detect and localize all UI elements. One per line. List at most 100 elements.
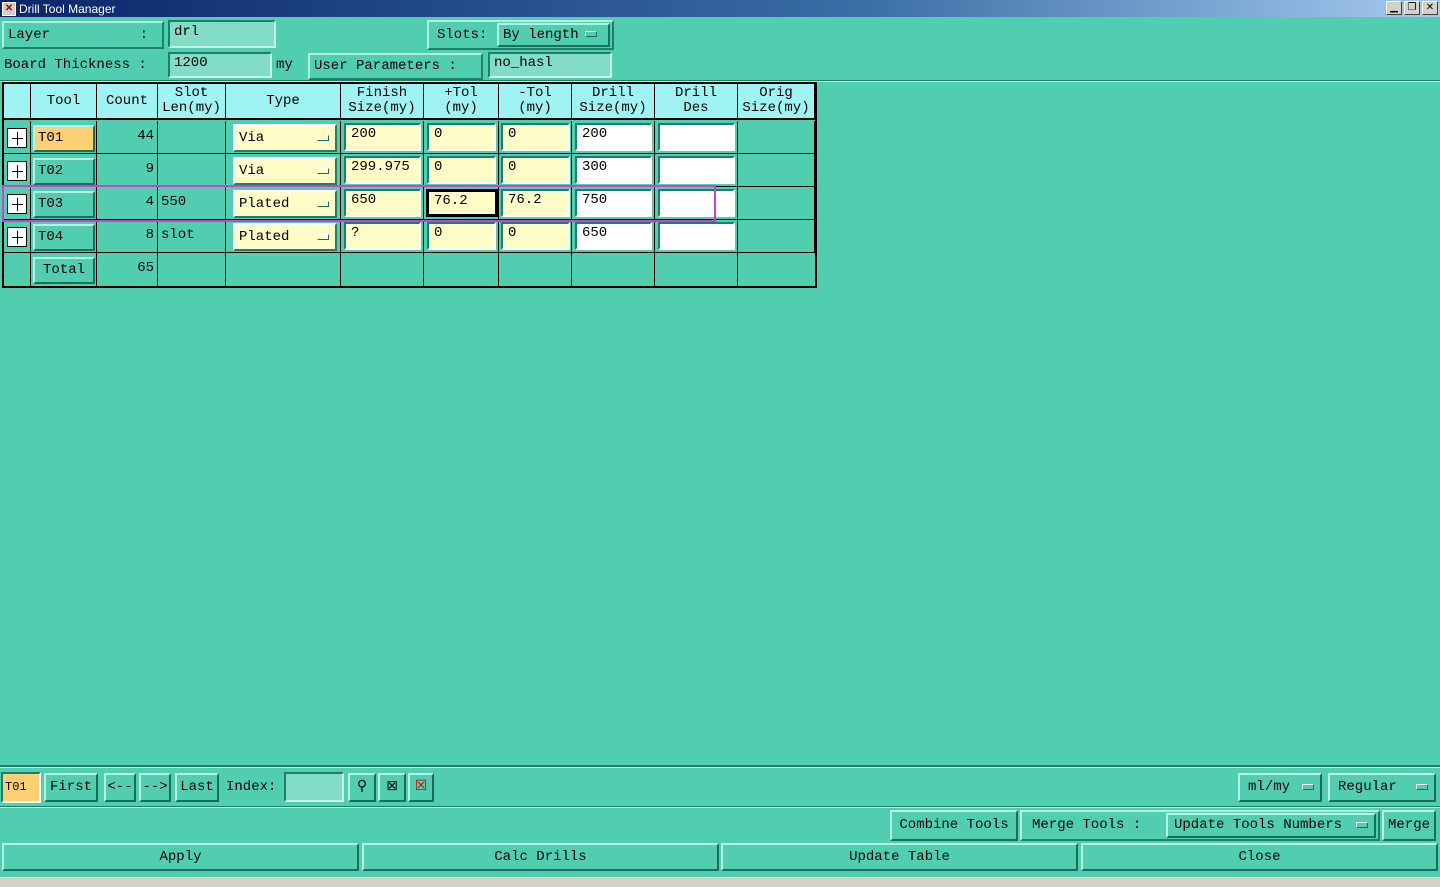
header-drill-size: Drill Size(my): [572, 84, 655, 120]
separator: [0, 765, 1440, 768]
type-select[interactable]: Via: [233, 157, 337, 185]
finish-size-input[interactable]: ?: [344, 222, 421, 250]
window-title: Drill Tool Manager: [19, 1, 116, 16]
last-button[interactable]: Last: [175, 773, 219, 802]
count-cell: 9: [97, 154, 158, 187]
close-icon[interactable]: ✕: [1422, 1, 1438, 15]
board-thickness-field[interactable]: 1200: [168, 52, 272, 78]
header-drill-des: Drill Des: [655, 84, 738, 120]
type-value: Via: [239, 130, 265, 146]
window-controls: ▁ ❐ ✕: [1386, 1, 1438, 15]
plus-tol-input[interactable]: 76.2: [426, 189, 498, 217]
drill-size-input[interactable]: 650: [575, 222, 652, 250]
plus-tol-input[interactable]: 0: [427, 123, 496, 151]
lightbulb-icon[interactable]: ⚲: [348, 773, 376, 802]
header-minus-tol: -Tol (my): [499, 84, 572, 120]
dropdown-icon: [1356, 822, 1368, 828]
type-select[interactable]: Via: [233, 124, 337, 152]
close-button[interactable]: Close: [1081, 843, 1438, 871]
units-value: ml/my: [1248, 779, 1291, 795]
plus-tol-input[interactable]: 0: [427, 156, 496, 184]
header-slot-len: Slot Len(my): [158, 84, 226, 120]
expand-icon[interactable]: [7, 194, 27, 214]
orig-size-cell: [738, 220, 815, 253]
drill-des-input[interactable]: [658, 156, 735, 184]
filter-icon[interactable]: ⊠: [378, 773, 406, 802]
minus-tol-input[interactable]: 76.2: [501, 189, 570, 217]
mode-value: Regular: [1338, 779, 1397, 795]
layer-field[interactable]: drl: [168, 20, 276, 48]
slot-len-cell: 550: [158, 187, 226, 220]
dropdown-icon: [317, 201, 329, 207]
calc-drills-button[interactable]: Calc Drills: [362, 843, 719, 871]
drill-size-input[interactable]: 750: [575, 189, 652, 217]
dropdown-icon: [317, 135, 329, 141]
user-parameters-field[interactable]: no_hasl: [488, 52, 612, 78]
slots-value: By length: [503, 27, 579, 43]
layer-label: Layer: [8, 27, 51, 43]
drill-size-input[interactable]: 200: [575, 123, 652, 151]
dropdown-icon: [317, 168, 329, 174]
finish-size-input[interactable]: 299.975: [344, 156, 421, 184]
drill-des-input[interactable]: [658, 123, 735, 151]
dropdown-icon: [317, 234, 329, 240]
prev-button[interactable]: <--: [104, 773, 136, 802]
drill-des-input[interactable]: [658, 222, 735, 250]
header-expander: [4, 84, 31, 120]
type-select[interactable]: Plated: [233, 223, 337, 251]
slot-len-cell: [158, 154, 226, 187]
current-tool-indicator: T01: [1, 772, 41, 803]
separator: [0, 80, 1440, 82]
header-tool: Tool: [31, 84, 97, 120]
header-orig-size: Orig Size(my): [738, 84, 815, 120]
type-value: Plated: [239, 196, 290, 212]
board-thickness-label: Board Thickness :: [4, 57, 147, 73]
merge-tools-label: Merge Tools :: [1032, 817, 1142, 833]
minus-tol-input[interactable]: 0: [501, 222, 570, 250]
drill-size-input[interactable]: 300: [575, 156, 652, 184]
slot-len-cell: [158, 121, 226, 154]
combine-tools-button[interactable]: Combine Tools: [890, 810, 1018, 841]
separator: [0, 806, 1440, 808]
header-type: Type: [226, 84, 341, 120]
plus-tol-input[interactable]: 0: [427, 222, 496, 250]
minus-tol-input[interactable]: 0: [501, 123, 570, 151]
header-finish-size: Finish Size(my): [341, 84, 424, 120]
mode-dropdown[interactable]: Regular: [1328, 773, 1436, 802]
restore-icon[interactable]: ❐: [1404, 1, 1420, 15]
expand-icon[interactable]: [7, 227, 27, 247]
minimize-icon[interactable]: ▁: [1386, 1, 1402, 15]
layer-label-box: Layer :: [2, 21, 164, 49]
expand-icon[interactable]: [7, 128, 27, 148]
dropdown-icon: [1302, 784, 1314, 790]
units-dropdown[interactable]: ml/my: [1238, 773, 1322, 802]
slots-dropdown[interactable]: By length: [497, 23, 610, 47]
finish-size-input[interactable]: 650: [344, 189, 421, 217]
finish-size-input[interactable]: 200: [344, 123, 421, 151]
dropdown-icon: [1416, 784, 1428, 790]
merge-button[interactable]: Merge: [1382, 810, 1436, 841]
apply-button[interactable]: Apply: [2, 843, 359, 871]
drill-des-input[interactable]: [658, 189, 735, 217]
layer-colon: :: [139, 27, 148, 43]
update-table-button[interactable]: Update Table: [721, 843, 1078, 871]
total-count: 65: [97, 253, 158, 286]
count-cell: 44: [97, 121, 158, 154]
user-parameters-button[interactable]: User Parameters :: [308, 53, 483, 80]
orig-size-cell: [738, 121, 815, 154]
slot-len-cell: slot: [158, 220, 226, 253]
title-bar: ✕ Drill Tool Manager ▁ ❐ ✕: [0, 0, 1440, 17]
header-count: Count: [97, 84, 158, 120]
next-button[interactable]: -->: [139, 773, 171, 802]
merge-option-dropdown[interactable]: Update Tools Numbers: [1166, 813, 1376, 838]
count-cell: 8: [97, 220, 158, 253]
expand-icon[interactable]: [7, 161, 27, 181]
minus-tol-input[interactable]: 0: [501, 156, 570, 184]
index-input[interactable]: [284, 772, 344, 802]
type-select[interactable]: Plated: [233, 190, 337, 218]
delete-icon[interactable]: ☒: [408, 773, 434, 802]
merge-tools-group: Merge Tools : Update Tools Numbers: [1020, 810, 1380, 841]
first-button[interactable]: First: [44, 773, 98, 802]
orig-size-cell: [738, 187, 815, 220]
slots-label: Slots:: [437, 27, 488, 43]
